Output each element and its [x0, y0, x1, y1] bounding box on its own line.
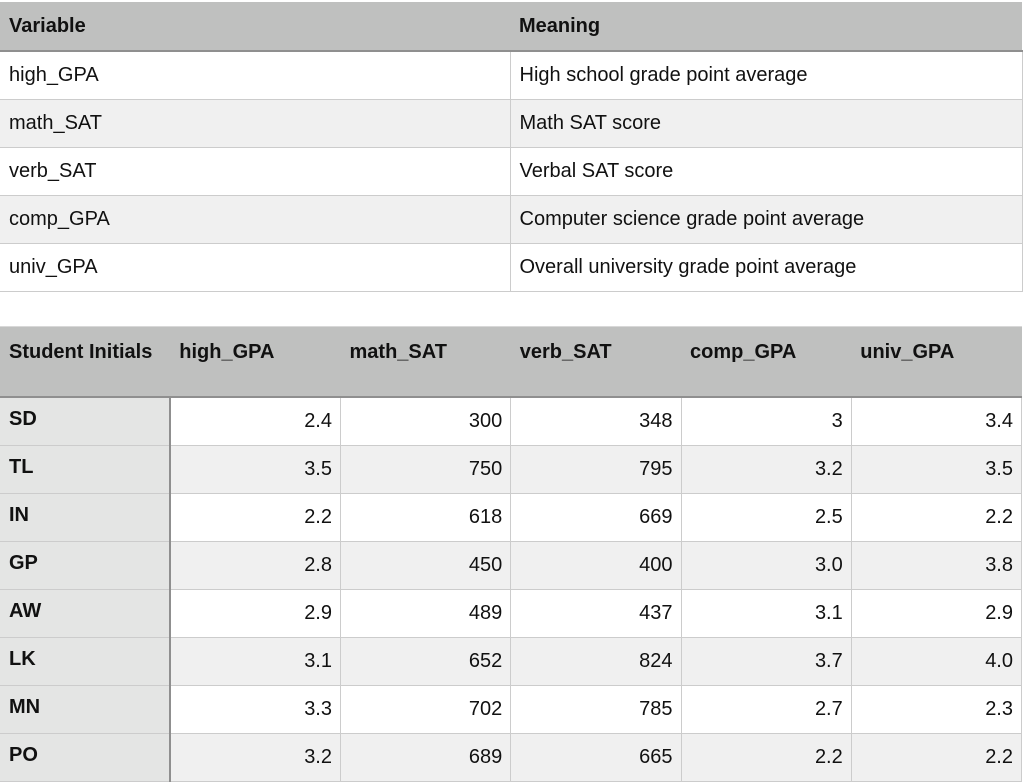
header-meaning: Meaning [510, 2, 1022, 52]
comp-gpa-cell: 3 [680, 396, 852, 446]
meaning-cell: Math SAT score [509, 99, 1023, 148]
student-initials-cell: SD [0, 396, 172, 446]
table-row: univ_GPA Overall university grade point … [0, 243, 1023, 292]
math-sat-cell: 652 [339, 636, 512, 686]
meaning-cell: Computer science grade point average [509, 195, 1023, 244]
student-initials-cell: TL [0, 444, 172, 494]
meaning-cell: High school grade point average [509, 50, 1023, 100]
univ-gpa-cell: 2.3 [850, 684, 1023, 734]
verb-sat-cell: 824 [510, 636, 682, 686]
univ-gpa-cell: 3.5 [850, 444, 1023, 494]
student-initials-cell: AW [0, 588, 172, 638]
student-initials-cell: LK [0, 636, 172, 686]
student-initials-cell: MN [0, 684, 172, 734]
meaning-cell: Verbal SAT score [509, 147, 1023, 196]
verb-sat-cell: 785 [510, 684, 682, 734]
table-row: comp_GPA Computer science grade point av… [0, 195, 1023, 244]
meaning-cell: Overall university grade point average [509, 243, 1023, 292]
high-gpa-cell: 3.5 [169, 444, 342, 494]
math-sat-cell: 300 [339, 396, 512, 446]
verb-sat-cell: 437 [510, 588, 682, 638]
header-verb-sat: verb_SAT [510, 326, 681, 398]
high-gpa-cell: 2.8 [169, 540, 342, 590]
table-row: IN 2.2 618 669 2.5 2.2 [0, 492, 1023, 542]
math-sat-cell: 750 [339, 444, 512, 494]
table-row: high_GPA High school grade point average [0, 50, 1023, 100]
verb-sat-cell: 400 [510, 540, 682, 590]
math-sat-cell: 689 [339, 732, 512, 782]
math-sat-cell: 702 [339, 684, 512, 734]
verb-sat-cell: 665 [510, 732, 682, 782]
variable-cell: univ_GPA [0, 243, 511, 292]
comp-gpa-cell: 3.1 [680, 588, 852, 638]
comp-gpa-cell: 3.0 [680, 540, 852, 590]
table-row: GP 2.8 450 400 3.0 3.8 [0, 540, 1023, 590]
variables-header-row: Variable Meaning [0, 2, 1022, 52]
table-row: PO 3.2 689 665 2.2 2.2 [0, 732, 1023, 782]
high-gpa-cell: 3.2 [169, 732, 342, 782]
variables-table: Variable Meaning high_GPA High school gr… [0, 2, 1023, 292]
univ-gpa-cell: 3.4 [850, 396, 1023, 446]
header-student-initials: Student Initials [0, 326, 171, 398]
header-comp-gpa: comp_GPA [681, 326, 852, 398]
variable-cell: comp_GPA [0, 195, 511, 244]
header-univ-gpa: univ_GPA [851, 326, 1022, 398]
verb-sat-cell: 348 [510, 396, 682, 446]
math-sat-cell: 489 [339, 588, 512, 638]
high-gpa-cell: 2.9 [169, 588, 342, 638]
table-row: verb_SAT Verbal SAT score [0, 147, 1023, 196]
verb-sat-cell: 669 [510, 492, 682, 542]
students-table: Student Initials high_GPA math_SAT verb_… [0, 326, 1023, 782]
high-gpa-cell: 3.3 [169, 684, 342, 734]
comp-gpa-cell: 2.5 [680, 492, 852, 542]
header-variable: Variable [0, 2, 510, 52]
students-header-row: Student Initials high_GPA math_SAT verb_… [0, 326, 1022, 398]
univ-gpa-cell: 2.2 [850, 732, 1023, 782]
math-sat-cell: 450 [339, 540, 512, 590]
comp-gpa-cell: 3.2 [680, 444, 852, 494]
high-gpa-cell: 3.1 [169, 636, 342, 686]
header-high-gpa: high_GPA [170, 326, 341, 398]
comp-gpa-cell: 2.7 [680, 684, 852, 734]
univ-gpa-cell: 2.2 [850, 492, 1023, 542]
math-sat-cell: 618 [339, 492, 512, 542]
verb-sat-cell: 795 [510, 444, 682, 494]
univ-gpa-cell: 3.8 [850, 540, 1023, 590]
table-row: LK 3.1 652 824 3.7 4.0 [0, 636, 1023, 686]
comp-gpa-cell: 2.2 [680, 732, 852, 782]
variable-cell: math_SAT [0, 99, 511, 148]
table-row: SD 2.4 300 348 3 3.4 [0, 396, 1023, 446]
comp-gpa-cell: 3.7 [680, 636, 852, 686]
student-initials-cell: GP [0, 540, 172, 590]
header-math-sat: math_SAT [340, 326, 511, 398]
table-row: TL 3.5 750 795 3.2 3.5 [0, 444, 1023, 494]
variable-cell: verb_SAT [0, 147, 511, 196]
high-gpa-cell: 2.4 [169, 396, 342, 446]
table-row: AW 2.9 489 437 3.1 2.9 [0, 588, 1023, 638]
high-gpa-cell: 2.2 [169, 492, 342, 542]
table-row: math_SAT Math SAT score [0, 99, 1023, 148]
student-initials-cell: PO [0, 732, 172, 782]
univ-gpa-cell: 2.9 [850, 588, 1023, 638]
table-row: MN 3.3 702 785 2.7 2.3 [0, 684, 1023, 734]
student-initials-cell: IN [0, 492, 172, 542]
variable-cell: high_GPA [0, 50, 511, 100]
univ-gpa-cell: 4.0 [850, 636, 1023, 686]
